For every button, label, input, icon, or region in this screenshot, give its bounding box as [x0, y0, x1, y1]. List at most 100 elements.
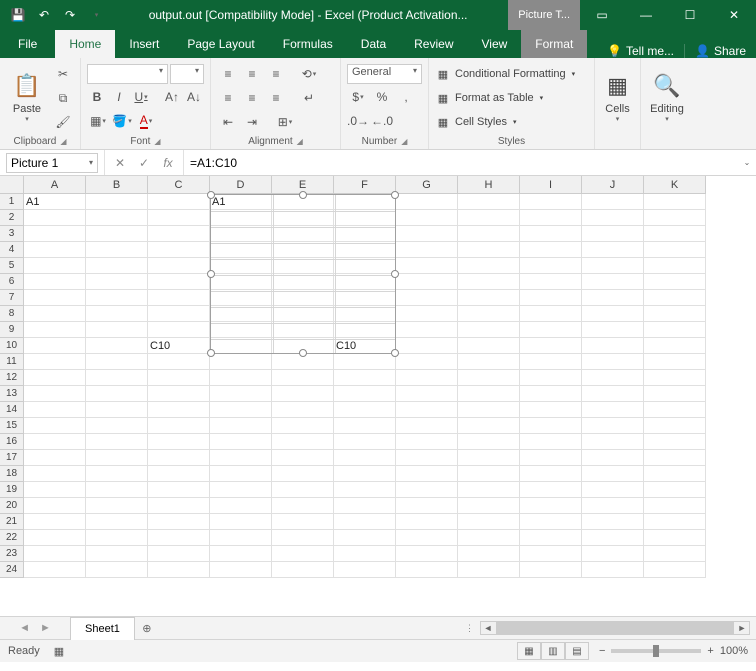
- cell[interactable]: [458, 306, 520, 322]
- orientation-icon[interactable]: ⟲: [298, 63, 320, 85]
- cell[interactable]: [458, 338, 520, 354]
- cell[interactable]: [272, 370, 334, 386]
- cell[interactable]: [582, 226, 644, 242]
- cell[interactable]: [396, 226, 458, 242]
- cell[interactable]: [396, 386, 458, 402]
- comma-icon[interactable]: ,: [395, 86, 417, 108]
- cell[interactable]: A1: [24, 194, 86, 210]
- cell[interactable]: [334, 466, 396, 482]
- cell[interactable]: [582, 546, 644, 562]
- cell[interactable]: [24, 514, 86, 530]
- cell[interactable]: [644, 306, 706, 322]
- cell[interactable]: [582, 290, 644, 306]
- cell[interactable]: [520, 450, 582, 466]
- cell[interactable]: [458, 354, 520, 370]
- cell[interactable]: [272, 530, 334, 546]
- row-header[interactable]: 2: [0, 210, 24, 226]
- cell[interactable]: [210, 354, 272, 370]
- cell[interactable]: [148, 242, 210, 258]
- cell[interactable]: [24, 434, 86, 450]
- cell[interactable]: [86, 274, 148, 290]
- cell[interactable]: [24, 482, 86, 498]
- increase-indent-icon[interactable]: ⇥: [241, 111, 263, 133]
- cell[interactable]: [458, 210, 520, 226]
- sheet-nav-prev-icon[interactable]: ◄: [19, 622, 30, 634]
- name-box-dropdown-icon[interactable]: ▾: [89, 158, 93, 167]
- name-box[interactable]: Picture 1 ▾: [6, 153, 98, 173]
- enter-formula-icon[interactable]: ✓: [133, 153, 155, 173]
- cell[interactable]: [396, 338, 458, 354]
- cell[interactable]: [582, 258, 644, 274]
- cell[interactable]: [396, 242, 458, 258]
- hscroll-left-icon[interactable]: ◄: [481, 623, 495, 633]
- cell[interactable]: [86, 498, 148, 514]
- cut-icon[interactable]: ✂: [52, 63, 74, 85]
- tab-format[interactable]: Format: [521, 30, 587, 58]
- currency-icon[interactable]: $: [347, 86, 369, 108]
- sheet-nav-next-icon[interactable]: ►: [40, 622, 51, 634]
- number-format-select[interactable]: General: [347, 64, 422, 84]
- maximize-icon[interactable]: ☐: [668, 0, 712, 30]
- cell[interactable]: [334, 418, 396, 434]
- cell[interactable]: [24, 402, 86, 418]
- cell[interactable]: [272, 434, 334, 450]
- underline-button[interactable]: U: [131, 86, 151, 108]
- align-center-icon[interactable]: ≡: [241, 87, 263, 109]
- cell[interactable]: [272, 450, 334, 466]
- cell[interactable]: [86, 226, 148, 242]
- cell[interactable]: [24, 338, 86, 354]
- cell[interactable]: [520, 562, 582, 578]
- cell[interactable]: [86, 546, 148, 562]
- cell[interactable]: [334, 530, 396, 546]
- row-header[interactable]: 4: [0, 242, 24, 258]
- row-header[interactable]: 22: [0, 530, 24, 546]
- cell[interactable]: [210, 498, 272, 514]
- cell[interactable]: [148, 498, 210, 514]
- cell[interactable]: [272, 466, 334, 482]
- row-header[interactable]: 3: [0, 226, 24, 242]
- cell[interactable]: [334, 370, 396, 386]
- cell[interactable]: [148, 402, 210, 418]
- cell[interactable]: [582, 354, 644, 370]
- cell[interactable]: [86, 242, 148, 258]
- cell[interactable]: [582, 402, 644, 418]
- cell[interactable]: [86, 562, 148, 578]
- cell[interactable]: [582, 386, 644, 402]
- cell[interactable]: [644, 194, 706, 210]
- tab-page-layout[interactable]: Page Layout: [173, 30, 268, 58]
- row-header[interactable]: 6: [0, 274, 24, 290]
- cell[interactable]: [86, 338, 148, 354]
- decrease-font-icon[interactable]: A↓: [184, 86, 204, 108]
- align-bottom-icon[interactable]: ≡: [265, 63, 287, 85]
- column-header[interactable]: I: [520, 176, 582, 194]
- tab-data[interactable]: Data: [347, 30, 400, 58]
- cell[interactable]: [520, 482, 582, 498]
- tell-me[interactable]: 💡Tell me...: [597, 44, 684, 58]
- cell[interactable]: [148, 434, 210, 450]
- cell[interactable]: [148, 194, 210, 210]
- zoom-out-icon[interactable]: −: [599, 645, 605, 657]
- editing-button[interactable]: 🔍 Editing ▾: [647, 62, 687, 134]
- cell[interactable]: [210, 562, 272, 578]
- cell[interactable]: [520, 306, 582, 322]
- cell[interactable]: [272, 514, 334, 530]
- percent-icon[interactable]: %: [371, 86, 393, 108]
- cell[interactable]: [24, 530, 86, 546]
- row-header[interactable]: 13: [0, 386, 24, 402]
- cell[interactable]: [86, 530, 148, 546]
- cell[interactable]: [148, 546, 210, 562]
- resize-handle-e[interactable]: [391, 270, 399, 278]
- cell[interactable]: [644, 482, 706, 498]
- row-header[interactable]: 10: [0, 338, 24, 354]
- cell[interactable]: [148, 386, 210, 402]
- cell[interactable]: [644, 210, 706, 226]
- cell[interactable]: [272, 562, 334, 578]
- cell[interactable]: [520, 354, 582, 370]
- resize-handle-sw[interactable]: [207, 349, 215, 357]
- resize-handle-w[interactable]: [207, 270, 215, 278]
- cell[interactable]: [644, 386, 706, 402]
- resize-handle-ne[interactable]: [391, 191, 399, 199]
- cell[interactable]: [582, 306, 644, 322]
- close-icon[interactable]: ✕: [712, 0, 756, 30]
- align-right-icon[interactable]: ≡: [265, 87, 287, 109]
